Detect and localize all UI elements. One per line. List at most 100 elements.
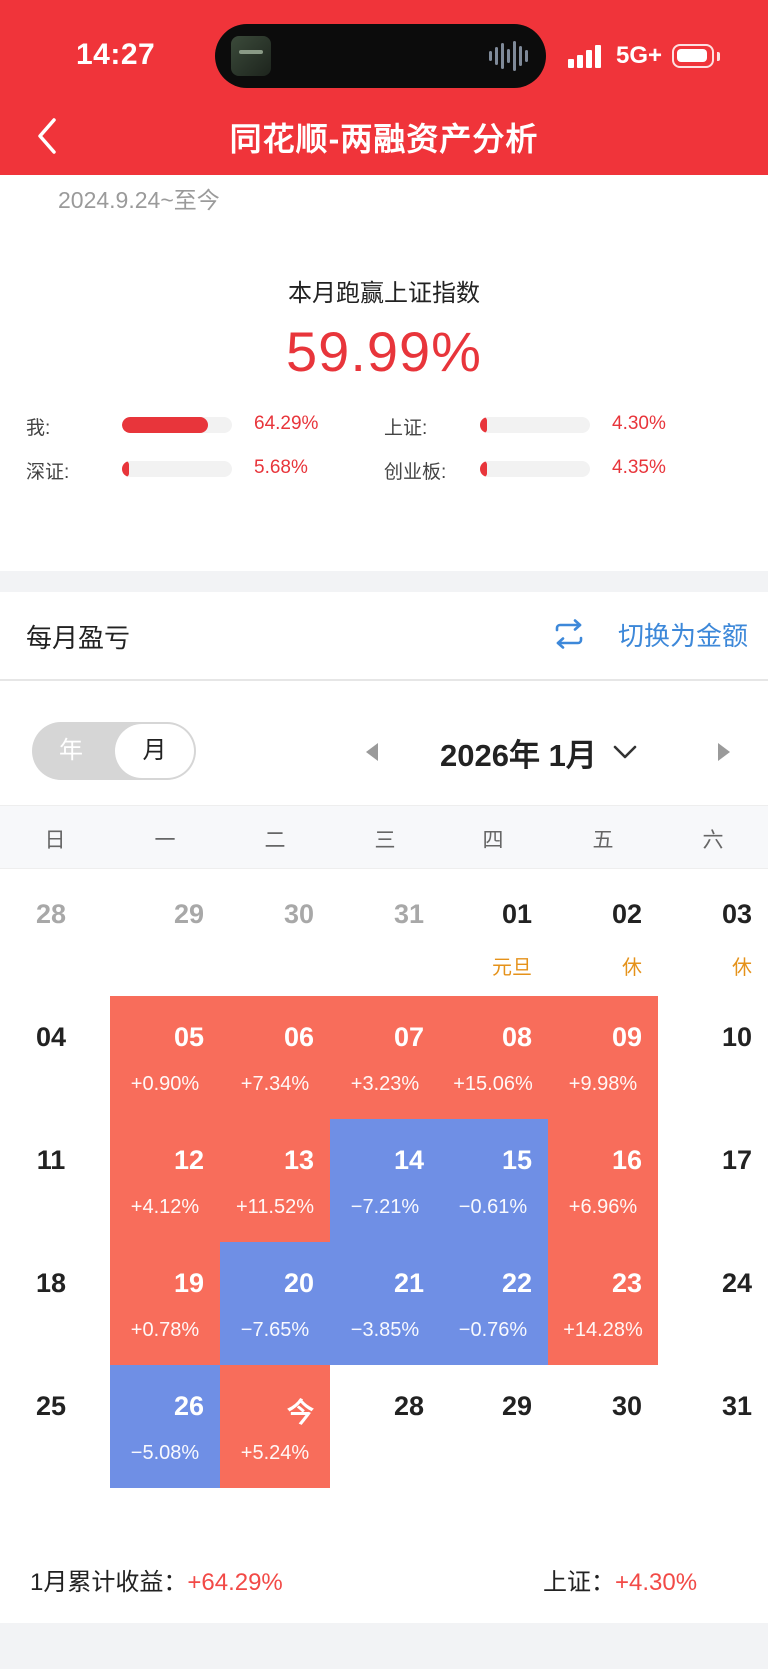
- calendar-day-cell[interactable]: 今 +5.24%: [220, 1365, 330, 1488]
- daily-return: +0.90%: [130, 1073, 200, 1095]
- calendar-day-cell[interactable]: 11: [0, 1119, 110, 1242]
- compare-bar-me: [122, 417, 232, 433]
- calendar-day-number: 08: [501, 1022, 532, 1052]
- calendar-day-number: 24: [721, 1268, 752, 1298]
- daily-return: −0.61%: [458, 1196, 528, 1218]
- swap-arrows-icon: [555, 619, 583, 649]
- calendar-day-cell[interactable]: 28: [0, 873, 110, 996]
- period-segmented-control: 年 月: [32, 722, 196, 780]
- calendar-day-number: 01: [501, 899, 532, 929]
- calendar-day-cell[interactable]: 30: [220, 873, 330, 996]
- segment-year[interactable]: 年: [32, 722, 110, 780]
- dynamic-island: [215, 24, 546, 88]
- calendar-day-cell[interactable]: 14 −7.21%: [330, 1119, 440, 1242]
- calendar-day-cell[interactable]: 12 +4.12%: [110, 1119, 220, 1242]
- battery-icon: [672, 44, 714, 68]
- calendar-day-number: 29: [501, 1391, 532, 1421]
- network-type: 5G+: [616, 42, 663, 69]
- calendar-day-cell[interactable]: 31: [658, 1365, 768, 1488]
- calendar-day-cell[interactable]: 22 −0.76%: [438, 1242, 548, 1365]
- period-range: 2024.9.24~至今: [58, 187, 220, 213]
- daily-return: +4.12%: [130, 1196, 200, 1218]
- summary-card: 2024.9.24~至今 本月跑赢上证指数 59.99% 我: 64.29% 上…: [0, 175, 768, 571]
- holiday-note: 休: [732, 957, 752, 979]
- calendar-day-cell[interactable]: 18: [0, 1242, 110, 1365]
- weekday-label: 一: [154, 829, 176, 852]
- segment-month[interactable]: 月: [115, 724, 194, 778]
- compare-bar-shenzhen: [122, 461, 232, 477]
- current-month-label: 2026年 1月: [440, 737, 597, 773]
- calendar-day-number: 05: [173, 1022, 204, 1052]
- weekday-header: 日一二三四五六: [0, 805, 768, 869]
- calendar-day-cell[interactable]: 03 休: [658, 873, 768, 996]
- calendar-day-number: 03: [721, 899, 752, 929]
- calendar-day-number: 28: [393, 1391, 424, 1421]
- calendar-day-number: 10: [721, 1022, 752, 1052]
- page-title: 同花顺-两融资产分析: [229, 121, 539, 157]
- month-picker[interactable]: 2026年 1月: [440, 728, 639, 776]
- calendar-day-number: 19: [173, 1268, 204, 1298]
- weekday-label: 六: [702, 829, 724, 852]
- index-total: 上证：+4.30%: [543, 1562, 697, 1597]
- calendar-day-cell[interactable]: 09 +9.98%: [548, 996, 658, 1119]
- calendar-day-number: 20: [283, 1268, 314, 1298]
- compare-label-shenzhen: 深证:: [26, 462, 70, 483]
- battery-cap: [717, 52, 720, 61]
- calendar-day-number: 30: [611, 1391, 642, 1421]
- calendar-day-cell[interactable]: 19 +0.78%: [110, 1242, 220, 1365]
- next-month-button[interactable]: [712, 738, 736, 766]
- app-header: 14:27 5G+ 同花顺-两融资产分析: [0, 0, 768, 175]
- calendar-day-cell[interactable]: 29: [110, 873, 220, 996]
- weekday-label: 五: [592, 829, 614, 852]
- daily-return: +3.23%: [350, 1073, 420, 1095]
- month-total-value: +64.29%: [187, 1569, 283, 1596]
- calendar-day-number: 18: [35, 1268, 67, 1298]
- month-total: 1月累计收益：+64.29%: [30, 1562, 283, 1597]
- calendar-day-cell[interactable]: 08 +15.06%: [438, 996, 548, 1119]
- daily-return: +11.52%: [235, 1196, 315, 1218]
- daily-return: +7.34%: [240, 1073, 310, 1095]
- index-total-value: +4.30%: [615, 1569, 698, 1596]
- signal-icon: [568, 44, 601, 68]
- compare-label-me: 我:: [26, 418, 51, 439]
- calendar-day-cell[interactable]: 13 +11.52%: [220, 1119, 330, 1242]
- daily-return: −5.08%: [130, 1442, 200, 1464]
- month-total-label: 1月累计收益：: [30, 1569, 188, 1596]
- calendar-day-cell[interactable]: 02 休: [548, 873, 658, 996]
- calendar-day-cell[interactable]: 16 +6.96%: [548, 1119, 658, 1242]
- daily-return: −0.76%: [458, 1319, 528, 1341]
- calendar-day-cell[interactable]: 04: [0, 996, 110, 1119]
- calendar-day-cell[interactable]: 10: [658, 996, 768, 1119]
- calendar-day-cell[interactable]: 31: [330, 873, 440, 996]
- calendar-day-number: 02: [611, 899, 642, 929]
- compare-value-shenzhen: 5.68%: [254, 457, 308, 478]
- calendar-day-cell[interactable]: 01 元旦: [438, 873, 548, 996]
- daily-return: +0.78%: [130, 1319, 200, 1341]
- calendar-day-cell[interactable]: 21 −3.85%: [330, 1242, 440, 1365]
- index-total-label: 上证：: [543, 1569, 615, 1596]
- daily-return: +14.28%: [563, 1319, 643, 1341]
- calendar-day-cell[interactable]: 25: [0, 1365, 110, 1488]
- calendar-day-cell[interactable]: 26 −5.08%: [110, 1365, 220, 1488]
- calendar-day-cell[interactable]: 06 +7.34%: [220, 996, 330, 1119]
- triangle-right-icon: [718, 743, 730, 761]
- calendar-day-cell[interactable]: 23 +14.28%: [548, 1242, 658, 1365]
- calendar-day-cell[interactable]: 17: [658, 1119, 768, 1242]
- calendar-day-number: 30: [283, 899, 314, 929]
- calendar-day-number: 09: [611, 1022, 642, 1052]
- weekday-label: 日: [44, 829, 66, 852]
- calendar-day-cell[interactable]: 28: [330, 1365, 440, 1488]
- calendar-day-cell[interactable]: 15 −0.61%: [438, 1119, 548, 1242]
- previous-month-button[interactable]: [360, 738, 384, 766]
- calendar-day-cell[interactable]: 05 +0.90%: [110, 996, 220, 1119]
- calendar-day-cell[interactable]: 24: [658, 1242, 768, 1365]
- calendar-day-cell[interactable]: 29: [438, 1365, 548, 1488]
- calendar-day-cell[interactable]: 30: [548, 1365, 658, 1488]
- calendar-day-cell[interactable]: 07 +3.23%: [330, 996, 440, 1119]
- section-title: 每月盈亏: [26, 623, 131, 653]
- calendar-day-cell[interactable]: 20 −7.65%: [220, 1242, 330, 1365]
- compare-bar-shanghai: [480, 417, 590, 433]
- monthly-pnl-section: 每月盈亏 切换为金额 年 月 2026年 1月 日 一 二 三 四 五 六 28 29 30 31…: [0, 592, 768, 1623]
- switch-to-amount-button[interactable]: 切换为金额: [552, 612, 748, 656]
- now-playing-artwork: [231, 36, 271, 76]
